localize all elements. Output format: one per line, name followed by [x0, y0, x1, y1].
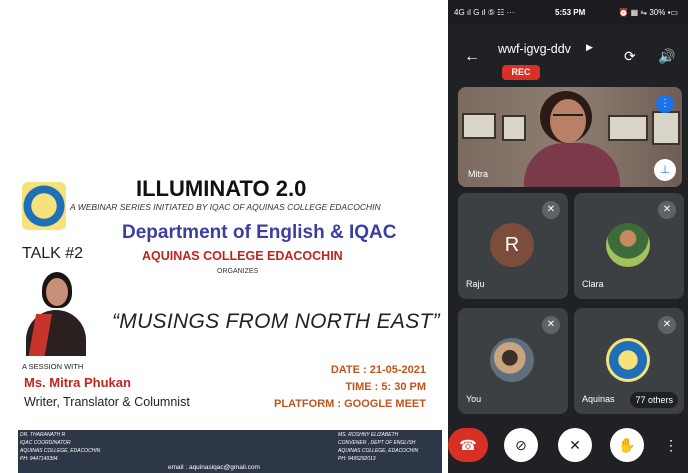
recording-badge: REC	[502, 65, 540, 80]
end-call-button[interactable]: ☎	[448, 428, 488, 462]
caret-right-icon[interactable]: ▶	[586, 42, 593, 53]
poster-college: AQUINAS COLLEGE EDACOCHIN	[142, 249, 343, 263]
poster-session-title: “MUSINGS FROM NORTH EAST”	[112, 310, 440, 333]
mic-off-icon: ✕	[542, 316, 560, 334]
speaking-indicator-icon: ⋮	[656, 95, 674, 113]
avatar	[490, 338, 534, 382]
poster-platform: PLATFORM : GOOGLE MEET	[274, 398, 426, 410]
poster-time: TIME : 5: 30 PM	[345, 381, 426, 393]
footer-right-line1: MS. ROSHNY ELIZABETH	[338, 432, 399, 438]
participant-name: Aquinas	[582, 394, 615, 404]
avatar	[606, 338, 650, 382]
footer-left-line2: IQAC COORDINATOR	[20, 440, 71, 446]
speaker-photo	[24, 270, 88, 356]
others-count-badge[interactable]: 77 others	[630, 392, 678, 408]
meeting-code[interactable]: wwf-igvg-ddv	[498, 42, 571, 56]
participant-name: Raju	[466, 279, 485, 289]
status-battery: ⏰ ▦ ⇋ 30% ▪▭	[618, 8, 678, 17]
poster-speaker-role: Writer, Translator & Columnist	[24, 395, 190, 409]
participant-tile-aquinas[interactable]: ✕ Aquinas 77 others	[574, 308, 684, 414]
poster-department: Department of English & IQAC	[122, 222, 397, 243]
status-signals: 4G ıl G ıl ⑤ ☷ ···	[454, 8, 515, 17]
speaker-icon[interactable]: 🔊	[658, 48, 675, 65]
avatar	[606, 223, 650, 267]
footer-left-line4: PH: 9447149394	[20, 456, 58, 462]
raise-hand-button[interactable]: ✋	[610, 428, 644, 462]
footer-right-line2: CONVENER , DEPT OF ENGLISH	[338, 440, 416, 446]
switch-camera-icon[interactable]: ⟳	[624, 48, 636, 65]
poster-subtitle: A WEBINAR SERIES INITIATED BY IQAC OF AQ…	[70, 202, 381, 212]
footer-left-line3: AQUINAS COLLEGE, EDACOCHIN	[20, 448, 101, 454]
status-time: 5:53 PM	[555, 8, 586, 17]
poster-title: ILLUMINATO 2.0	[136, 176, 307, 201]
poster-session-with: A SESSION WITH	[22, 362, 84, 371]
poster-organizes: ORGANIZES	[217, 268, 259, 275]
college-logo	[22, 182, 66, 230]
footer-left-line1: DR. THARANATH R	[20, 432, 66, 438]
status-bar: 4G ıl G ıl ⑤ ☷ ··· 5:53 PM ⏰ ▦ ⇋ 30% ▪▭	[448, 0, 688, 24]
more-options-icon[interactable]: ⋮	[660, 428, 682, 462]
pin-icon[interactable]: ⊥	[654, 159, 676, 181]
mic-off-icon: ✕	[658, 201, 676, 219]
participant-name: You	[466, 394, 482, 404]
main-video-tile[interactable]: ⋮ Mitra ⊥	[458, 87, 682, 187]
main-participant-name: Mitra	[468, 169, 488, 179]
poster-talk-number: TALK #2	[22, 245, 84, 262]
participant-tile-clara[interactable]: ✕ Clara	[574, 193, 684, 299]
footer-right-line4: PH: 9495292013	[338, 456, 376, 462]
avatar: R	[490, 223, 534, 267]
participant-tile-you[interactable]: ✕ You	[458, 308, 568, 414]
participant-tile-raju[interactable]: ✕ R Raju	[458, 193, 568, 299]
webinar-poster: ILLUMINATO 2.0 A WEBINAR SERIES INITIATE…	[0, 0, 448, 473]
back-arrow-icon[interactable]: ←	[464, 48, 480, 66]
poster-speaker-name: Ms. Mitra Phukan	[24, 375, 131, 390]
footer-email: email : aquinasiqac@gmail.com	[168, 464, 260, 471]
meeting-header: ← wwf-igvg-ddv ▶ REC ⟳ 🔊	[448, 24, 688, 82]
footer-right-line3: AQUINAS COLLEGE, EDACOCHIN	[338, 448, 419, 454]
participant-name: Clara	[582, 279, 604, 289]
poster-date: DATE : 21-05-2021	[330, 364, 426, 376]
poster-footer: DR. THARANATH R IQAC COORDINATOR AQUINAS…	[18, 430, 442, 473]
mic-off-icon: ✕	[658, 316, 676, 334]
mic-off-icon: ✕	[542, 201, 560, 219]
camera-off-button[interactable]: ⊘	[504, 428, 538, 462]
mic-off-button[interactable]: ✕	[558, 428, 592, 462]
